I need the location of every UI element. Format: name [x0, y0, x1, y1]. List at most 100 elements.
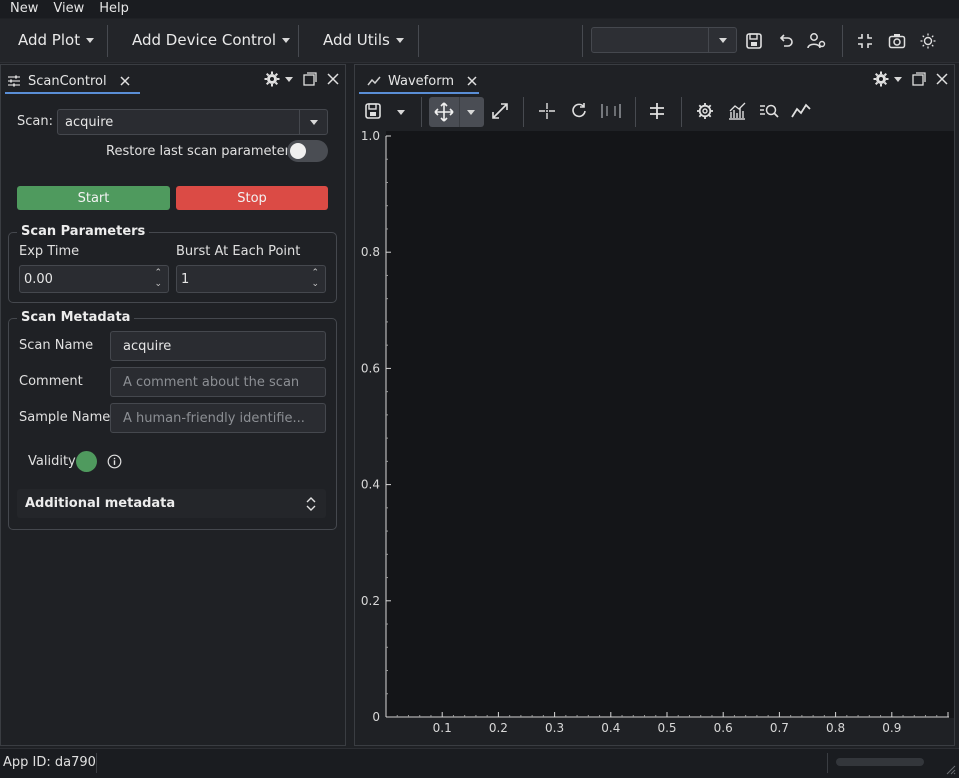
profile-combo[interactable]	[591, 27, 737, 53]
stop-button[interactable]: Stop	[176, 186, 328, 210]
exp-time-value: 0.00	[24, 271, 53, 287]
add-utils-label: Add Utils	[323, 31, 390, 49]
save-icon[interactable]	[743, 30, 765, 52]
add-utils-button[interactable]: Add Utils	[323, 31, 404, 49]
x-tick-label: 0.2	[489, 721, 508, 735]
scan-control-titlebar: ScanControl	[1, 65, 345, 94]
y-tick-label: 0.4	[361, 478, 380, 492]
close-tab-icon[interactable]	[467, 76, 477, 86]
y-tick-label: 0	[372, 710, 380, 724]
sample-name-input[interactable]: A human-friendly identifie...	[110, 403, 326, 433]
validity-indicator	[76, 451, 97, 472]
gear-icon[interactable]	[873, 71, 902, 87]
dock-controls	[264, 71, 339, 87]
validity-label: Validity	[28, 454, 76, 469]
tab-scan-control[interactable]: ScanControl	[7, 69, 130, 93]
burst-value: 1	[181, 271, 190, 287]
scan-parameters-title: Scan Parameters	[17, 224, 150, 239]
status-bar: App ID: da790	[0, 748, 959, 778]
menu-new[interactable]: New	[0, 0, 43, 18]
tab-active-indicator	[359, 92, 479, 94]
comment-label: Comment	[19, 374, 83, 389]
comment-input[interactable]: A comment about the scan	[110, 367, 326, 397]
toolbar-divider	[582, 25, 583, 57]
add-device-control-label: Add Device Control	[132, 31, 277, 49]
sample-name-placeholder: A human-friendly identifie...	[123, 410, 305, 426]
zoom-search-icon[interactable]	[759, 102, 779, 124]
collapse-icon[interactable]	[854, 30, 876, 52]
menu-bar: New View Help	[0, 0, 959, 18]
dock-controls	[873, 71, 948, 87]
chart-settings-icon[interactable]	[728, 102, 746, 124]
crosshair-icon[interactable]	[538, 102, 556, 124]
waveform-titlebar: Waveform	[355, 65, 954, 94]
toggle-knob	[290, 143, 306, 159]
waveform-toolbar	[360, 97, 950, 127]
scan-select[interactable]: acquire	[57, 109, 328, 135]
line-plot-icon[interactable]	[791, 102, 811, 124]
chevron-down-icon[interactable]	[467, 110, 475, 115]
app-id-label: App ID: da790	[3, 755, 96, 770]
restore-toggle[interactable]	[287, 140, 328, 162]
x-tick-label: 0.3	[545, 721, 564, 735]
float-window-icon[interactable]	[912, 72, 926, 86]
save-icon[interactable]	[364, 102, 382, 124]
split-icon[interactable]	[648, 102, 666, 124]
theme-sun-icon[interactable]	[917, 30, 939, 52]
gear-icon[interactable]	[264, 71, 293, 87]
reset-icon[interactable]	[570, 102, 588, 124]
waveform-icon	[367, 76, 381, 86]
resize-grip-icon[interactable]	[946, 765, 956, 775]
spin-arrows-icon[interactable]: ⌃ ⌄	[311, 268, 319, 290]
toolbar-divider	[107, 25, 108, 57]
scan-metadata-title: Scan Metadata	[17, 310, 135, 325]
tab-waveform[interactable]: Waveform	[367, 69, 477, 93]
user-settings-icon[interactable]	[806, 30, 828, 52]
close-icon[interactable]	[327, 73, 339, 85]
close-tab-icon[interactable]	[120, 76, 130, 86]
scan-name-label: Scan Name	[19, 338, 94, 353]
close-icon[interactable]	[936, 73, 948, 85]
tab-waveform-label: Waveform	[388, 73, 454, 89]
chevron-down-icon[interactable]	[397, 110, 405, 115]
spin-arrows-icon[interactable]: ⌃ ⌄	[154, 268, 162, 290]
sample-name-label: Sample Name	[19, 410, 111, 425]
burst-spinbox[interactable]: 1 ⌃ ⌄	[176, 265, 326, 293]
chevron-down-icon[interactable]	[708, 28, 736, 52]
tab-active-indicator	[5, 92, 140, 94]
expand-icon[interactable]	[491, 102, 509, 124]
gear-icon[interactable]	[696, 102, 714, 124]
chevron-down-icon[interactable]	[299, 110, 327, 134]
toolbar-divider	[298, 25, 299, 57]
scan-label: Scan:	[17, 114, 53, 129]
exp-time-spinbox[interactable]: 0.00 ⌃ ⌄	[19, 265, 169, 293]
comment-placeholder: A comment about the scan	[123, 374, 300, 390]
plot-axes: 0.1 0.2 0.3 0.4 0.5 0.6 0.7 0.8 0.9 0 0.2 0.4 0.6 0.8…	[361, 129, 949, 735]
x-tick-label: 0.9	[882, 721, 901, 735]
add-plot-button[interactable]: Add Plot	[18, 31, 95, 49]
undo-icon[interactable]	[775, 30, 797, 52]
additional-metadata-toggle[interactable]: Additional metadata	[17, 489, 326, 518]
y-tick-label: 0.2	[361, 594, 380, 608]
y-tick-label: 0.6	[361, 361, 380, 375]
toolbar-divider	[681, 97, 682, 127]
y-tick-label: 0.8	[361, 245, 380, 259]
menu-help[interactable]: Help	[89, 0, 134, 18]
status-divider	[827, 753, 828, 773]
pan-mode-button[interactable]	[429, 97, 484, 127]
x-tick-label: 0.8	[826, 721, 845, 735]
menu-view[interactable]: View	[43, 0, 89, 18]
start-button[interactable]: Start	[17, 186, 170, 210]
x-tick-label: 0.6	[714, 721, 733, 735]
restore-label: Restore last scan parameters	[106, 144, 297, 159]
scan-name-input[interactable]: acquire	[110, 331, 326, 361]
chevron-down-icon	[282, 37, 291, 43]
x-tick-label: 0.4	[601, 721, 620, 735]
scan-select-value: acquire	[65, 114, 114, 130]
camera-icon[interactable]	[886, 30, 908, 52]
chevron-down-icon	[86, 37, 95, 43]
float-window-icon[interactable]	[303, 72, 317, 86]
info-icon[interactable]	[107, 454, 122, 473]
fit-width-icon[interactable]	[600, 102, 622, 124]
add-device-control-button[interactable]: Add Device Control	[132, 31, 291, 49]
